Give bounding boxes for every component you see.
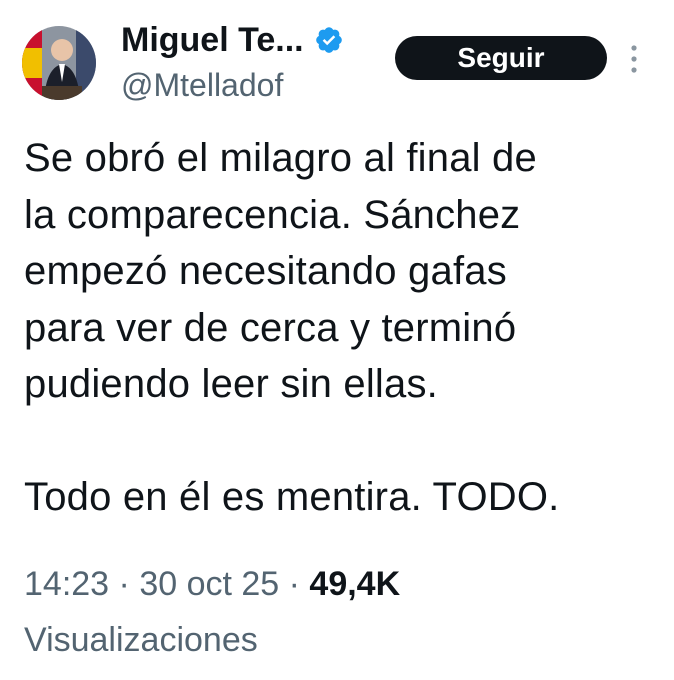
verified-badge-icon bbox=[315, 27, 342, 53]
views-label: Visualizaciones bbox=[24, 621, 258, 659]
author-name-row: Miguel Te... bbox=[121, 18, 344, 62]
views-count: 49,4K bbox=[309, 565, 401, 603]
tweet-metadata: 14:23 · 30 oct 25 · 49,4K Visualizacione… bbox=[24, 556, 654, 668]
tweet-paragraph: Todo en él es mentira. TODO. bbox=[24, 475, 560, 519]
more-options-button[interactable] bbox=[620, 42, 648, 76]
author-handle[interactable]: @Mtelladof bbox=[121, 66, 283, 104]
meta-separator: · bbox=[109, 565, 140, 603]
author-avatar[interactable] bbox=[22, 26, 96, 100]
meta-separator: · bbox=[279, 565, 310, 603]
tweet-date[interactable]: 30 oct 25 bbox=[139, 565, 279, 603]
author-display-name[interactable]: Miguel Te... bbox=[121, 20, 304, 60]
tweet-text: Se obró el milagro al final de la compar… bbox=[24, 130, 654, 526]
tweet-paragraph: Se obró el milagro al final de la compar… bbox=[24, 136, 537, 406]
vertical-ellipsis-icon bbox=[631, 45, 637, 73]
tweet-time[interactable]: 14:23 bbox=[24, 565, 109, 603]
avatar-photo bbox=[22, 26, 96, 100]
follow-button[interactable]: Seguir bbox=[395, 36, 607, 80]
